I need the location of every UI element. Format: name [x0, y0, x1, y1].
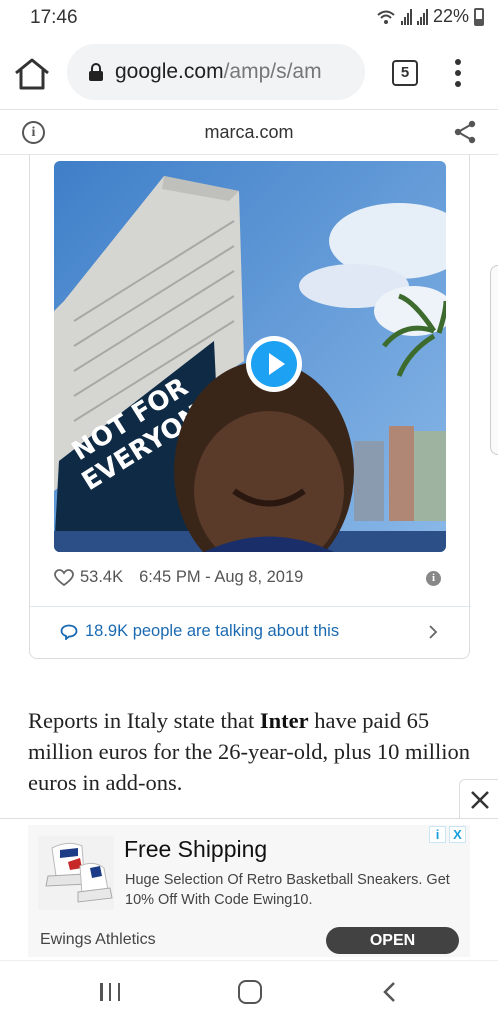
battery-icon [474, 7, 484, 26]
article-text-start: Reports in Italy state that [28, 708, 260, 733]
ad-product-image[interactable] [38, 836, 114, 910]
amp-header: i marca.com [0, 111, 498, 155]
address-bar[interactable]: google.com/amp/s/am [67, 44, 365, 100]
ad-close-icon[interactable]: X [449, 826, 466, 843]
play-icon[interactable] [246, 336, 302, 392]
tabs-icon[interactable]: 5 [392, 60, 418, 86]
status-bar: 17:46 22% [0, 0, 498, 36]
wifi-icon [377, 10, 395, 24]
tweet-card: NOT FOR EVERYONE 53.4K 6:45 PM - Aug 8, … [29, 155, 471, 659]
share-icon[interactable] [452, 119, 478, 145]
heart-icon[interactable] [54, 568, 74, 587]
ad-advertiser[interactable]: Ewings Athletics [40, 931, 156, 949]
talking-text: 18.9K people are talking about this [85, 622, 340, 640]
scroll-handle[interactable] [490, 265, 498, 455]
home-nav-icon[interactable] [238, 980, 262, 1004]
recents-icon[interactable] [100, 983, 120, 1001]
back-icon[interactable] [380, 981, 400, 1003]
tweet-conversation-link[interactable]: 18.9K people are talking about this [30, 607, 471, 659]
article-paragraph: Reports in Italy state that Inter have p… [28, 705, 478, 798]
browser-toolbar: google.com/amp/s/am 5 [0, 36, 498, 110]
tweet-info-icon[interactable]: i [426, 571, 441, 586]
ad-badges: i X [429, 826, 466, 843]
tweet-video-thumbnail[interactable]: NOT FOR EVERYONE [54, 161, 446, 552]
ad-title[interactable]: Free Shipping [124, 836, 267, 863]
system-nav-bar [0, 960, 498, 1024]
amp-domain[interactable]: marca.com [0, 122, 498, 143]
url-domain: google.com [115, 60, 224, 83]
ad-description: Huge Selection Of Retro Basketball Sneak… [125, 872, 450, 908]
tweet-likes: 53.4K [80, 568, 124, 586]
lock-icon [89, 63, 103, 81]
article-text-bold: Inter [259, 708, 309, 733]
sneaker-image [38, 836, 114, 910]
menu-icon[interactable] [450, 56, 466, 90]
ad-open-button[interactable]: OPEN [326, 927, 459, 954]
signal-icon [416, 8, 428, 25]
url-text: google.com/amp/s/am [115, 60, 322, 84]
chevron-right-icon [429, 625, 438, 639]
status-icons: 22% [376, 6, 484, 27]
tweet-meta: 53.4K 6:45 PM - Aug 8, 2019 [54, 568, 303, 587]
ad-close-button[interactable] [459, 779, 498, 819]
close-icon [471, 791, 489, 809]
battery-percent: 22% [432, 6, 469, 26]
ad-info-icon[interactable]: i [429, 826, 446, 843]
signal-icon [400, 8, 412, 25]
home-icon[interactable] [12, 56, 52, 92]
tweet-timestamp[interactable]: 6:45 PM - Aug 8, 2019 [139, 568, 303, 587]
status-time: 17:46 [30, 7, 78, 28]
speech-bubble-icon [60, 624, 78, 640]
url-path: /amp/s/am [223, 60, 322, 83]
